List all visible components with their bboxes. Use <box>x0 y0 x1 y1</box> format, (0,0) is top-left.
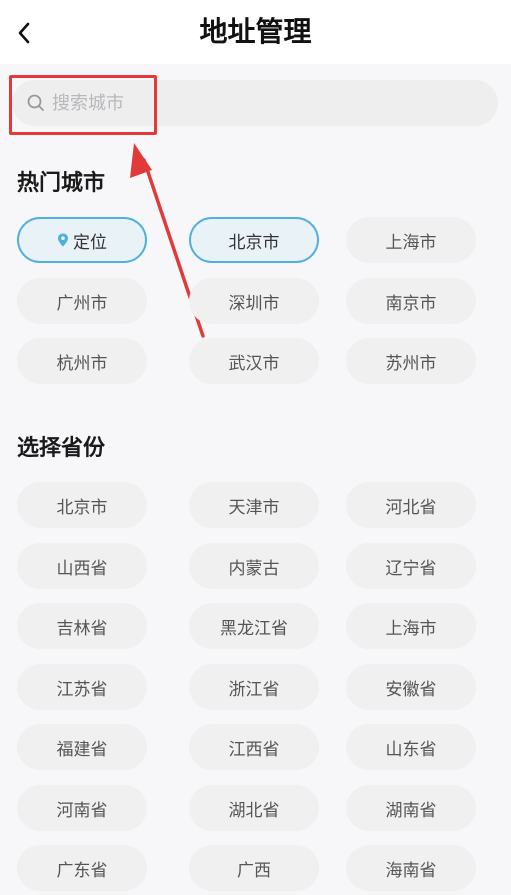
hot-city-chip[interactable]: 武汉市 <box>189 338 319 384</box>
province-chip[interactable]: 江西省 <box>189 724 319 770</box>
province-chip[interactable]: 安徽省 <box>346 664 476 710</box>
province-chip[interactable]: 浙江省 <box>189 664 319 710</box>
hot-city-chip-label: 武汉市 <box>228 353 280 374</box>
back-button[interactable] <box>10 18 38 48</box>
province-chip[interactable]: 天津市 <box>189 482 319 528</box>
hot-city-chip-label: 苏州市 <box>385 353 437 374</box>
province-chip[interactable]: 河北省 <box>346 482 476 528</box>
hot-city-chip-label: 定位 <box>73 232 107 253</box>
location-pin-icon <box>58 233 68 247</box>
hot-city-chip-label: 上海市 <box>385 232 437 253</box>
province-chip-label: 广东省 <box>56 860 108 881</box>
province-chip[interactable]: 山东省 <box>346 724 476 770</box>
province-chip-label: 内蒙古 <box>228 558 280 579</box>
province-chip-label: 湖南省 <box>385 800 437 821</box>
province-chip[interactable]: 辽宁省 <box>346 543 476 589</box>
hot-city-chip-label: 广州市 <box>56 293 108 314</box>
province-chip-label: 浙江省 <box>228 679 280 700</box>
province-chip-label: 黑龙江省 <box>220 618 288 639</box>
header-bar: 地址管理 <box>0 0 511 64</box>
province-chip[interactable]: 河南省 <box>17 785 147 831</box>
hot-city-chip[interactable]: 定位 <box>17 217 147 263</box>
hot-city-chip-label: 杭州市 <box>56 353 108 374</box>
province-chip-label: 湖北省 <box>228 800 280 821</box>
province-chip[interactable]: 吉林省 <box>17 603 147 649</box>
province-chip[interactable]: 上海市 <box>346 603 476 649</box>
province-chip-label: 安徽省 <box>385 679 437 700</box>
province-chip-label: 上海市 <box>385 618 437 639</box>
province-chip-label: 北京市 <box>56 497 108 518</box>
hot-city-chip-label: 深圳市 <box>228 293 280 314</box>
province-title: 选择省份 <box>17 436 106 461</box>
province-chip[interactable]: 山西省 <box>17 543 147 589</box>
hot-city-chip[interactable]: 深圳市 <box>189 278 319 324</box>
province-chip-label: 海南省 <box>385 860 437 881</box>
hot-city-chip[interactable]: 南京市 <box>346 278 476 324</box>
province-chip[interactable]: 北京市 <box>17 482 147 528</box>
province-chip[interactable]: 湖北省 <box>189 785 319 831</box>
province-chip[interactable]: 湖南省 <box>346 785 476 831</box>
province-chip-label: 山东省 <box>385 739 437 760</box>
hot-city-chip[interactable]: 苏州市 <box>346 338 476 384</box>
province-chip-label: 天津市 <box>228 497 280 518</box>
province-chip-label: 河南省 <box>56 800 108 821</box>
province-chip-label: 辽宁省 <box>385 558 437 579</box>
annotation-highlight-box <box>9 75 157 135</box>
hot-city-chip[interactable]: 北京市 <box>189 217 319 263</box>
province-chip-label: 广西 <box>237 860 271 881</box>
province-chip-label: 河北省 <box>385 497 437 518</box>
hot-city-chip-label: 南京市 <box>385 293 437 314</box>
province-chip[interactable]: 内蒙古 <box>189 543 319 589</box>
province-chip-label: 江西省 <box>228 739 280 760</box>
province-chip-label: 福建省 <box>56 739 108 760</box>
province-chip[interactable]: 广东省 <box>17 845 147 891</box>
province-chip[interactable]: 广西 <box>189 845 319 891</box>
province-chip-label: 吉林省 <box>56 618 108 639</box>
page-title: 地址管理 <box>199 15 312 48</box>
province-chip[interactable]: 海南省 <box>346 845 476 891</box>
hot-city-chip[interactable]: 上海市 <box>346 217 476 263</box>
hot-city-chip-label: 北京市 <box>228 232 280 253</box>
hot-cities-title: 热门城市 <box>17 171 106 196</box>
province-chip[interactable]: 黑龙江省 <box>189 603 319 649</box>
province-chip[interactable]: 江苏省 <box>17 664 147 710</box>
hot-city-chip[interactable]: 广州市 <box>17 278 147 324</box>
province-chip[interactable]: 福建省 <box>17 724 147 770</box>
chevron-left-icon <box>18 22 30 44</box>
province-chip-label: 山西省 <box>56 558 108 579</box>
province-chip-label: 江苏省 <box>56 679 108 700</box>
hot-city-chip[interactable]: 杭州市 <box>17 338 147 384</box>
